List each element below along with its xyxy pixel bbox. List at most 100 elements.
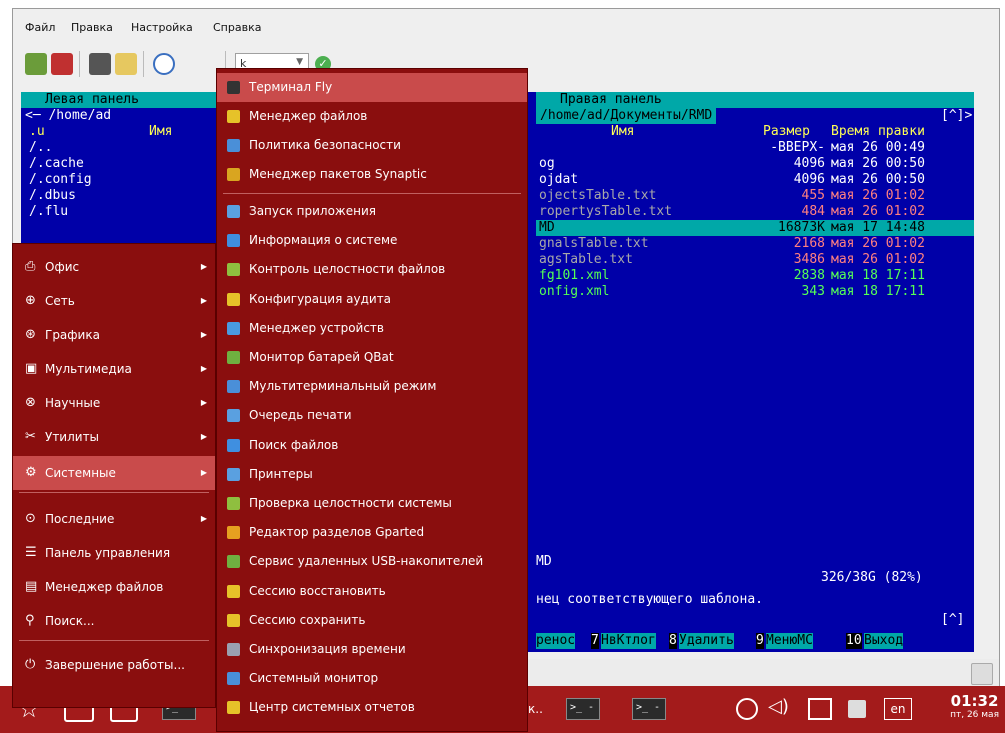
shutdown-icon: ⏻ — [25, 657, 36, 672]
right-col-time: Время правки — [831, 124, 925, 139]
search-icon: ⚲ — [25, 613, 35, 628]
app-icon — [227, 263, 240, 276]
submenu-item[interactable]: Очередь печати — [217, 401, 527, 430]
app-icon — [227, 526, 240, 539]
right-file-name[interactable]: ojectsTable.txt — [539, 188, 656, 204]
fkey-10-label[interactable]: Выход — [864, 633, 904, 649]
start-menu-item-label: Системные — [45, 466, 116, 480]
submenu-item[interactable]: Менеджер файлов — [217, 102, 527, 131]
user-status-icon[interactable] — [971, 663, 993, 685]
language-indicator[interactable]: en — [884, 698, 912, 720]
right-file-name[interactable]: onfig.xml — [539, 284, 609, 300]
right-file-size: 4096 — [793, 172, 825, 187]
paste-icon[interactable] — [115, 53, 137, 75]
start-menu-item[interactable]: ▤ Менеджер файлов — [13, 570, 215, 604]
right-file-name[interactable]: MD — [539, 220, 555, 236]
submenu-item[interactable]: Синхронизация времени — [217, 635, 527, 664]
display-icon[interactable] — [808, 698, 832, 720]
submenu-item[interactable]: Редактор разделов Gparted — [217, 518, 527, 547]
right-file-name[interactable]: gnalsTable.txt — [539, 236, 649, 252]
submenu-item-label: Сессию сохранить — [249, 613, 366, 627]
submenu-item[interactable]: Терминал Fly — [217, 73, 527, 102]
start-menu-item[interactable]: ⎙ Офис ▶ — [13, 250, 215, 284]
fkey-8-label[interactable]: Удалить — [679, 633, 734, 649]
submenu-item[interactable]: Монитор батарей QBat — [217, 343, 527, 372]
task-partial-label[interactable]: к.. — [528, 702, 543, 716]
fkey-9-label[interactable]: МенюМС — [766, 633, 813, 649]
submenu-item-label: Менеджер файлов — [249, 109, 368, 123]
app-icon — [227, 555, 240, 568]
start-menu-item[interactable]: ⚲ Поиск... — [13, 604, 215, 638]
submenu-item[interactable]: Менеджер пакетов Synaptic — [217, 160, 527, 189]
app-icon — [227, 205, 240, 218]
submenu-item[interactable]: Мультитерминальный режим — [217, 372, 527, 401]
right-file-time: мая 26 00:50 — [831, 156, 925, 171]
right-col-name: Имя — [611, 124, 635, 139]
submenu-item[interactable]: Сервис удаленных USB-накопителей — [217, 547, 527, 576]
start-menu-item[interactable]: ⏻ Завершение работы... — [13, 648, 215, 682]
submenu-item[interactable]: Системный монитор — [217, 664, 527, 693]
copy-icon[interactable] — [89, 53, 111, 75]
right-file-name[interactable]: ropertysTable.txt — [539, 204, 672, 220]
right-file-name[interactable]: ojdat — [539, 172, 578, 188]
chevron-down-icon: ▼ — [296, 57, 303, 67]
start-menu-item[interactable]: ⊗ Научные ▶ — [13, 386, 215, 420]
right-panel-path: /home/ad/Документы/RMD — [536, 108, 717, 124]
volume-icon[interactable]: ◁) — [768, 696, 789, 717]
chevron-right-icon: ▶ — [200, 432, 207, 441]
app-icon — [227, 643, 240, 656]
submenu-item[interactable]: Контроль целостности файлов — [217, 255, 527, 284]
submenu-item[interactable]: Центр системных отчетов — [217, 693, 527, 722]
left-file[interactable]: /.config — [29, 172, 92, 188]
terminal-task-button[interactable]: >_ - — [566, 698, 600, 720]
start-menu-item-label: Сеть — [45, 294, 75, 308]
menu-edit[interactable]: Правка — [71, 21, 113, 34]
fkey-9-num: 9 — [756, 633, 764, 649]
app-icon — [227, 672, 240, 685]
submenu-item[interactable]: Сессию восстановить — [217, 577, 527, 606]
left-file[interactable]: /.dbus — [29, 188, 76, 204]
right-file-name[interactable]: og — [539, 156, 555, 172]
start-menu-item[interactable]: ⊕ Сеть ▶ — [13, 284, 215, 318]
submenu-item-label: Монитор батарей QBat — [249, 350, 394, 364]
network-icon[interactable] — [736, 698, 758, 720]
submenu-item[interactable]: Принтеры — [217, 460, 527, 489]
submenu-item[interactable]: Информация о системе — [217, 226, 527, 255]
submenu-item-label: Принтеры — [249, 467, 313, 481]
start-menu-item-label: Утилиты — [45, 430, 100, 444]
right-panel-title: Правая панель — [536, 92, 974, 108]
submenu-item[interactable]: Конфигурация аудита — [217, 285, 527, 314]
user-remove-icon[interactable] — [51, 53, 73, 75]
menu-file[interactable]: Файл — [25, 21, 55, 34]
start-menu-item[interactable]: ▣ Мультимедиа ▶ — [13, 352, 215, 386]
submenu-item[interactable]: Менеджер устройств — [217, 314, 527, 343]
app-icon — [227, 168, 240, 181]
user-icon[interactable] — [25, 53, 47, 75]
start-menu-item[interactable]: ☰ Панель управления — [13, 536, 215, 570]
submenu-item[interactable]: Запуск приложения — [217, 197, 527, 226]
start-menu-item[interactable]: ⊛ Графика ▶ — [13, 318, 215, 352]
bracket-marker: [^] — [941, 612, 965, 627]
clock[interactable]: 01:32 пт, 26 мая — [950, 692, 999, 721]
fkey-move-label[interactable]: ренос — [536, 633, 576, 649]
submenu-item[interactable]: Поиск файлов — [217, 431, 527, 460]
submenu-item[interactable]: Политика безопасности — [217, 131, 527, 160]
search-icon[interactable] — [153, 53, 175, 75]
left-file[interactable]: /.flu — [29, 204, 68, 220]
start-menu-item[interactable]: ✂ Утилиты ▶ — [13, 420, 215, 454]
keyboard-indicator-icon[interactable] — [848, 700, 866, 718]
menu-settings[interactable]: Настройка — [131, 21, 193, 34]
start-menu-item[interactable]: ⚙ Системные ▶ — [13, 456, 215, 490]
right-file-name[interactable]: fg101.xml — [539, 268, 609, 284]
fkey-7-label[interactable]: НвКтлог — [601, 633, 656, 649]
submenu-item[interactable]: Проверка целостности системы — [217, 489, 527, 518]
submenu-item[interactable]: Сессию сохранить — [217, 606, 527, 635]
right-file-name[interactable]: agsTable.txt — [539, 252, 633, 268]
menu-help[interactable]: Справка — [213, 21, 261, 34]
chevron-right-icon: ▶ — [200, 262, 207, 271]
left-file[interactable]: /.. — [29, 140, 52, 156]
left-file[interactable]: /.cache — [29, 156, 84, 172]
app-icon — [227, 139, 240, 152]
start-menu-item[interactable]: ⊙ Последние ▶ — [13, 502, 215, 536]
terminal-task-button[interactable]: >_ - — [632, 698, 666, 720]
